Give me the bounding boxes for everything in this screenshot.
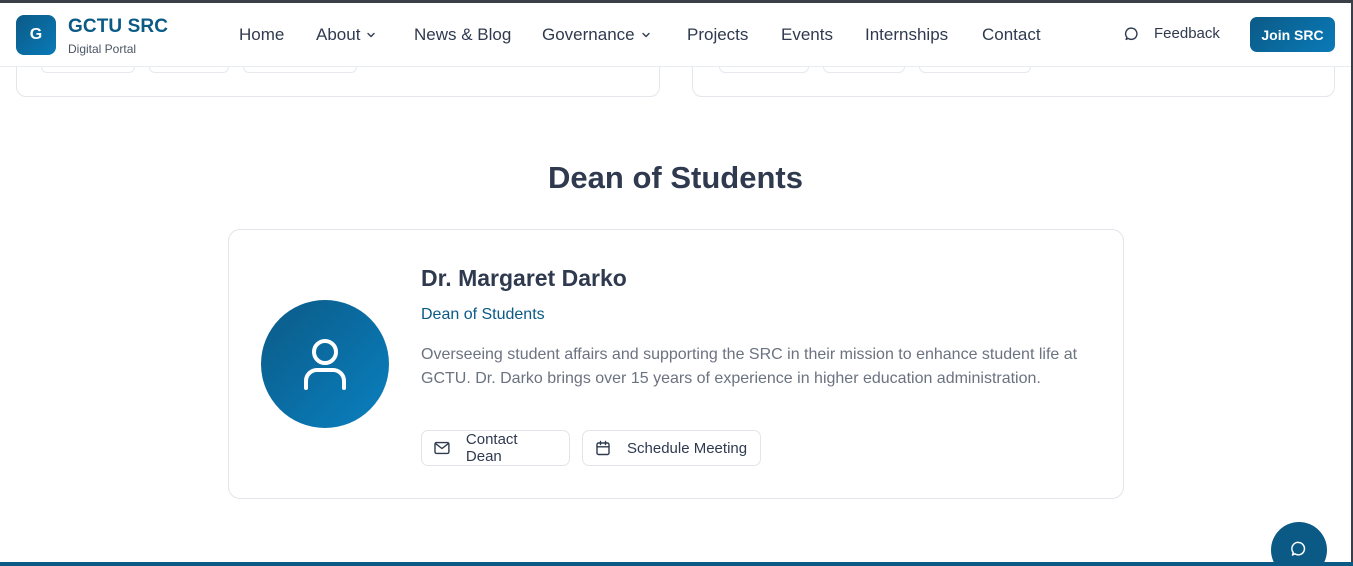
- nav-internships[interactable]: Internships: [865, 25, 948, 45]
- nav-label: Internships: [865, 25, 949, 44]
- chat-bubble-icon: [1291, 541, 1306, 556]
- nav-events[interactable]: Events: [781, 25, 833, 45]
- feedback-button[interactable]: Feedback: [1124, 25, 1220, 42]
- nav-label: News & Blog: [414, 25, 512, 44]
- nav-label: Home: [239, 25, 285, 44]
- mail-icon: [434, 441, 450, 455]
- nav-home[interactable]: Home: [239, 25, 284, 45]
- brand-subtitle: Digital Portal: [68, 42, 137, 56]
- feedback-label: Feedback: [1154, 25, 1220, 42]
- nav-label: Projects: [687, 25, 749, 44]
- message-circle-icon: [1124, 26, 1138, 40]
- dean-bio: Overseeing student affairs and supportin…: [421, 346, 1078, 387]
- nav-news-blog[interactable]: News & Blog: [414, 25, 511, 45]
- dean-card: Dr. Margaret Darko Dean of Students Over…: [228, 229, 1124, 499]
- contact-dean-button[interactable]: Contact Dean: [421, 430, 570, 466]
- logo-letter: G: [29, 26, 43, 43]
- nav-label: Events: [781, 25, 833, 44]
- contact-dean-label: Contact Dean: [465, 431, 518, 465]
- nav-projects[interactable]: Projects: [687, 25, 748, 45]
- nav-governance[interactable]: Governance: [542, 25, 651, 45]
- nav-label: Contact: [982, 25, 1041, 44]
- nav-label: Governance: [542, 25, 635, 44]
- avatar: [261, 300, 389, 428]
- schedule-meeting-label: Schedule Meeting: [627, 439, 748, 457]
- nav-about[interactable]: About: [316, 25, 376, 45]
- section-title: Dean of Students: [548, 160, 803, 195]
- footer-edge: [0, 562, 1353, 566]
- chevron-down-icon: [641, 32, 650, 38]
- join-src-button[interactable]: Join SRC: [1250, 17, 1335, 52]
- site-header: G GCTU SRC Digital Portal Home About New…: [0, 3, 1351, 67]
- nav-contact[interactable]: Contact: [982, 25, 1041, 45]
- dean-role: Dean of Students: [421, 306, 545, 323]
- dean-name: Dr. Margaret Darko: [421, 265, 627, 291]
- user-icon: [304, 339, 346, 390]
- calendar-icon: [596, 440, 610, 456]
- chat-button[interactable]: [1271, 522, 1327, 566]
- chevron-down-icon: [367, 32, 376, 38]
- brand-title[interactable]: GCTU SRC: [68, 16, 168, 38]
- logo-mark[interactable]: G: [16, 15, 56, 55]
- schedule-meeting-button[interactable]: Schedule Meeting: [582, 430, 761, 466]
- nav-label: About: [316, 25, 361, 44]
